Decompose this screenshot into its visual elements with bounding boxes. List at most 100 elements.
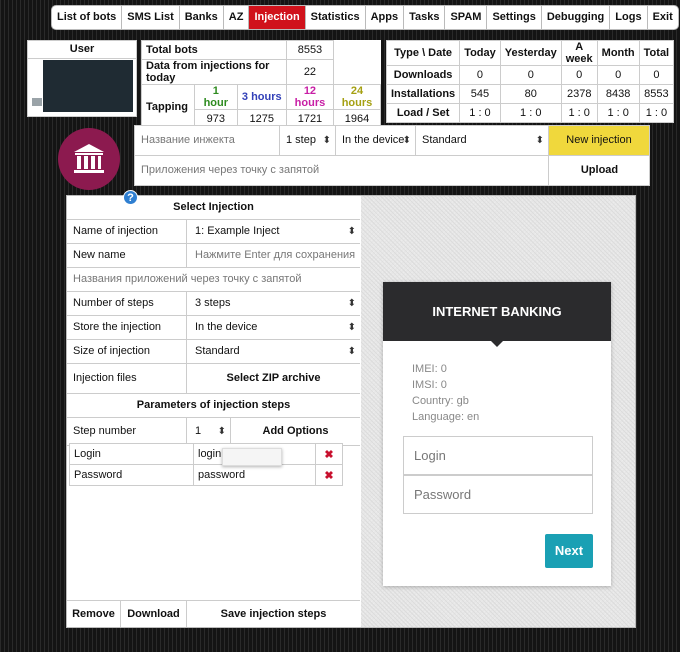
next-button[interactable]: Next [545,534,593,568]
delete-icon[interactable]: ✖ [315,464,343,486]
stats-cell: 8553 [638,84,675,104]
apps-input[interactable]: Приложения через точку с запятой [135,156,549,186]
name-of-injection-label: Name of injection [73,225,158,237]
nav-injection[interactable]: Injection [249,6,306,29]
apps-names-input[interactable]: Названия приложений через точку с запято… [73,268,301,291]
download-button[interactable]: Download [121,601,187,627]
imsi-text: IMSI: 0 [412,379,447,391]
stats-cell: 1 : 0 [596,103,640,123]
stats-cell: 0 [560,65,598,85]
nav-statistics[interactable]: Statistics [306,6,366,29]
tapping-1h-label: 1 hour [194,84,238,110]
step-number-row: Step number 1 Add Options [67,418,360,446]
help-icon[interactable]: ? [123,190,138,205]
stats-cell: 1 : 0 [459,103,501,123]
nav-debugging[interactable]: Debugging [542,6,611,29]
size-of-injection-row: Size of injection Standard [67,340,360,364]
nav-logs[interactable]: Logs [610,6,648,29]
stats-cell: 0 [638,65,675,85]
nav-settings[interactable]: Settings [487,6,542,29]
field-value-input[interactable]: password [193,464,316,486]
select-zip-button[interactable]: Select ZIP archive [186,364,360,393]
name-of-injection-select[interactable]: 1: Example Inject [186,220,360,243]
add-options-button[interactable]: Add Options [230,418,360,445]
tapping-3h-label: 3 hours [236,84,287,110]
today-injections-value: 22 [285,59,334,85]
stats-cell: 8438 [596,84,640,104]
nav-sms-list[interactable]: SMS List [122,6,180,29]
stats-cell: 0 [596,65,640,85]
new-name-row: New name Нажмите Enter для сохранения [67,244,360,268]
steps-select[interactable]: 1 step [280,126,336,156]
nav-list-of-bots[interactable]: List of bots [52,6,123,29]
location-select[interactable]: In the device [336,126,416,156]
nav-apps[interactable]: Apps [366,6,405,29]
login-input[interactable]: Login [403,436,593,475]
nav-az[interactable]: AZ [224,6,250,29]
new-name-input[interactable]: Нажмите Enter для сохранения [186,244,360,267]
stats-header: Type \ Date [385,40,461,66]
stats-header: Month [596,40,640,66]
nav-banks[interactable]: Banks [180,6,224,29]
number-of-steps-label: Number of steps [73,297,154,309]
nav-tasks[interactable]: Tasks [404,6,446,29]
stats-cell: 0 [459,65,501,85]
upload-button[interactable]: Upload [549,156,650,186]
apps-names-row: Названия приложений через точку с запято… [67,268,360,292]
store-injection-select[interactable]: In the device [186,316,360,339]
avatar [43,60,133,112]
imei-text: IMEI: 0 [412,363,447,375]
country-text: Country: gb [412,395,469,407]
stats-cell: 1 : 0 [499,103,562,123]
number-of-steps-row: Number of steps 3 steps [67,292,360,316]
stats-cell: 2378 [560,84,598,104]
size-of-injection-label: Size of injection [73,345,151,357]
nav-spam[interactable]: SPAM [445,6,488,29]
table-row: Password password ✖ [69,464,343,486]
stats-row-label: Load / Set [385,103,461,123]
step-number-label: Step number [73,425,136,437]
stats-row-label: Installations [385,84,461,104]
store-injection-label: Store the injection [73,321,162,333]
size-of-injection-select[interactable]: Standard [186,340,360,363]
stats-header: Yesterday [499,40,562,66]
new-injection-bar: Название инжекта 1 step In the device St… [134,125,650,186]
top-nav: List of bots SMS List Banks AZ Injection… [51,5,679,30]
new-injection-button[interactable]: New injection [549,126,650,156]
injection-files-row: Injection files Select ZIP archive [67,364,360,394]
stats-cell: 1 : 0 [560,103,598,123]
field-name: Password [69,464,194,486]
tapping-24h-label: 24 hours [332,84,382,110]
nav-exit[interactable]: Exit [648,6,678,29]
remove-button[interactable]: Remove [67,601,121,627]
delete-icon[interactable]: ✖ [315,443,343,465]
step-fields-table: Login login ✖ Password password ✖ [69,443,343,486]
number-of-steps-select[interactable]: 3 steps [186,292,360,315]
field-name: Login [69,443,194,465]
stats-row-label: Downloads [385,65,461,85]
tapping-label: Tapping [141,84,195,129]
stats-header: Total [638,40,675,66]
bank-icon [58,128,120,190]
new-name-label: New name [73,249,126,261]
card-header: INTERNET BANKING [383,282,611,341]
stats-cell: 80 [499,84,562,104]
card-header-pointer [491,341,503,347]
name-of-injection-row: Name of injection 1: Example Inject [67,220,360,244]
stats-table: Type \ Date Today Yesterday A week Month… [385,40,675,123]
parameters-title: Parameters of injection steps [67,394,360,418]
select-injection-title: Select Injection [67,196,360,220]
stats-header: Today [459,40,501,66]
password-input[interactable]: Password [403,475,593,514]
injection-form: Select Injection Name of injection 1: Ex… [67,196,360,627]
save-steps-button[interactable]: Save injection steps [187,601,360,627]
size-select[interactable]: Standard [416,126,549,156]
injection-name-input[interactable]: Название инжекта [135,126,280,156]
language-text: Language: en [412,411,480,423]
today-injections-label: Data from injections for today [141,59,287,85]
stats-cell: 545 [459,84,501,104]
injection-files-label: Injection files [73,372,137,384]
step-number-select[interactable]: 1 [186,418,230,445]
user-header: User [28,41,136,59]
stats-cell: 1 : 0 [638,103,675,123]
